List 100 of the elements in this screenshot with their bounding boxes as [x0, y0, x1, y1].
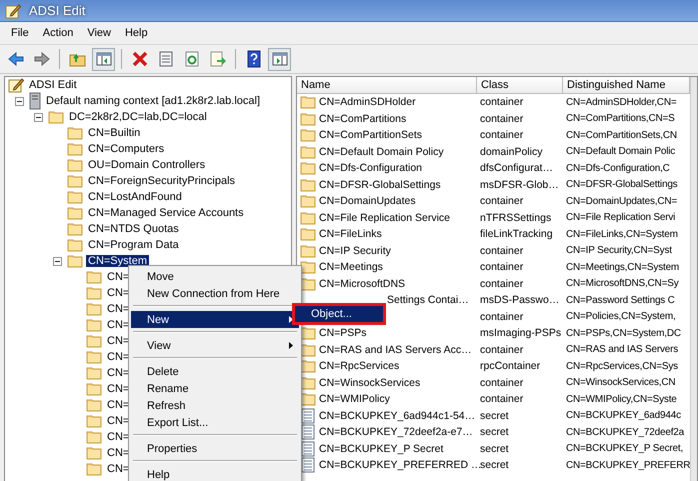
tree-item[interactable]: CN=	[105, 383, 132, 395]
tree-item[interactable]: ADSI Edit	[27, 79, 79, 91]
toolbar-button[interactable]	[92, 48, 115, 70]
table-cell: CN=BCKUPKEY_PREFERRED …	[319, 459, 482, 472]
tree-item[interactable]: OU=Domain Controllers	[86, 159, 208, 171]
table-cell: container	[480, 261, 524, 274]
tree-item[interactable]: CN=	[105, 335, 132, 347]
tree-item[interactable]: CN=	[105, 415, 132, 427]
collapse-icon[interactable]	[34, 112, 43, 122]
tree-item[interactable]: CN=	[105, 463, 132, 475]
tree-item[interactable]: CN=System	[86, 255, 149, 267]
forward-arrow-icon	[32, 50, 50, 68]
table-cell: secret	[480, 442, 509, 455]
tree-item[interactable]: CN=	[105, 271, 132, 283]
column-header[interactable]: Name	[297, 77, 477, 93]
folder-icon	[86, 334, 102, 348]
folder-icon	[86, 318, 102, 332]
tree-item[interactable]: CN=	[105, 431, 132, 443]
table-cell: msDFSR-Glob…	[480, 178, 559, 191]
properties-icon	[156, 50, 174, 68]
table-cell: CN=Default Domain Polic	[566, 146, 676, 158]
tree-item[interactable]: CN=	[105, 447, 132, 459]
table-cell: CN=WMIPolicy	[319, 393, 390, 406]
menu-item[interactable]: View	[131, 337, 299, 354]
tree-item[interactable]: CN=	[105, 367, 132, 379]
table-cell: CN=MicrosoftDNS,CN=Sy	[566, 278, 678, 290]
app-icon	[5, 2, 21, 18]
tree-item[interactable]: CN=ForeignSecurityPrincipals	[86, 175, 238, 187]
folder-icon	[67, 238, 83, 252]
table-cell: dfsConfigurat…	[480, 162, 553, 174]
table-cell: CN=BCKUPKEY_P Secret	[319, 442, 444, 455]
menu-item[interactable]: Object...	[295, 306, 383, 322]
table-cell: CN=DFSR-GlobalSettings	[566, 179, 678, 190]
menu-item[interactable]: Move	[131, 268, 299, 285]
table-cell: CN=PSPs,CN=System,DC	[566, 328, 681, 339]
tree-item[interactable]: CN=NTDS Quotas	[86, 223, 181, 235]
menu-item[interactable]: View	[80, 25, 118, 41]
table-cell: CN=DomainUpdates,CN=	[566, 196, 678, 207]
menu-item[interactable]: Export List...	[131, 414, 299, 431]
folder-icon	[300, 178, 316, 192]
table-cell: CN=DomainUpdates	[319, 195, 416, 208]
table-cell: CN=WMIPolicy,CN=Syste	[566, 394, 677, 405]
table-cell: CN=Meetings	[319, 261, 383, 274]
tree-item[interactable]: CN=LostAndFound	[86, 191, 184, 203]
tree-item[interactable]: CN=Builtin	[86, 127, 142, 139]
column-header[interactable]: Class	[477, 77, 563, 93]
folder-icon	[300, 112, 316, 126]
table-cell: CN=BCKUPKEY_72deef2a-e7…	[319, 426, 473, 438]
table-cell: CN=Dfs-Configuration,C	[566, 162, 670, 174]
table-cell: rpcContainer	[480, 360, 540, 372]
table-cell: container	[480, 310, 524, 323]
tree-item[interactable]: CN=Managed Service Accounts	[86, 207, 246, 219]
table-cell: CN=ComPartitionSets,CN	[566, 130, 677, 141]
snap-in-icon	[8, 77, 24, 93]
folder-icon	[67, 190, 83, 204]
table-cell: secret	[480, 410, 509, 422]
menu-item[interactable]: File	[4, 25, 36, 41]
menu-item[interactable]: Help	[131, 466, 299, 481]
export-list-icon	[208, 50, 226, 68]
tree-item[interactable]: CN=	[105, 319, 132, 331]
toolbar-button[interactable]	[268, 48, 291, 70]
menu-item[interactable]: New	[131, 311, 299, 328]
table-cell: CN=DFSR-GlobalSettings	[319, 178, 441, 191]
menu-item[interactable]: Action	[36, 25, 80, 41]
folder-icon	[300, 210, 316, 225]
menu-item[interactable]: Rename	[131, 380, 299, 397]
table-cell: CN=ComPartitions	[319, 112, 406, 125]
document-icon	[300, 440, 316, 457]
table-cell: nTFRSSettings	[480, 212, 552, 224]
table-cell: CN=WinsockServices,CN	[566, 377, 676, 388]
table-cell: CN=PSPs	[319, 327, 367, 340]
menu-item[interactable]: Help	[118, 25, 155, 41]
tree-item[interactable]: CN=Program Data	[86, 239, 181, 251]
help-icon	[244, 50, 262, 68]
table-cell: CN=Default Domain Policy	[319, 146, 444, 158]
folder-icon	[86, 382, 102, 396]
back-arrow-icon	[6, 50, 24, 68]
tree-item[interactable]: CN=	[105, 399, 132, 411]
menu-item[interactable]: Refresh	[131, 397, 299, 414]
tree-item[interactable]: Default naming context [ad1.2k8r2.lab.local]	[44, 95, 262, 107]
table-cell: container	[480, 129, 524, 142]
tree-item[interactable]: CN=Computers	[86, 143, 166, 155]
tree-item[interactable]: CN=	[105, 287, 132, 299]
tree-item[interactable]: CN=	[105, 303, 132, 315]
collapse-icon[interactable]	[53, 256, 62, 266]
tree-item[interactable]: CN=	[105, 351, 132, 363]
table-cell: CN=File Replication Service	[319, 212, 450, 224]
menu-item[interactable]: Properties	[131, 440, 299, 457]
collapse-icon[interactable]	[15, 96, 24, 106]
table-cell: msImaging-PSPs	[480, 327, 562, 340]
table-cell: CN=BCKUPKEY_6ad944c1-54…	[319, 410, 476, 422]
folder-icon	[300, 227, 316, 242]
menu-item[interactable]: Delete	[131, 363, 299, 380]
menu-item[interactable]: New Connection from Here	[131, 285, 299, 302]
table-cell: CN=MicrosoftDNS	[319, 278, 406, 290]
folder-icon	[300, 194, 316, 208]
scrollbar[interactable]	[690, 77, 697, 481]
table-cell: CN=RpcServices,CN=Sys	[566, 360, 678, 372]
tree-item[interactable]: DC=2k8r2,DC=lab,DC=local	[67, 111, 209, 123]
table-cell: CN=Password Settings C	[566, 294, 675, 306]
